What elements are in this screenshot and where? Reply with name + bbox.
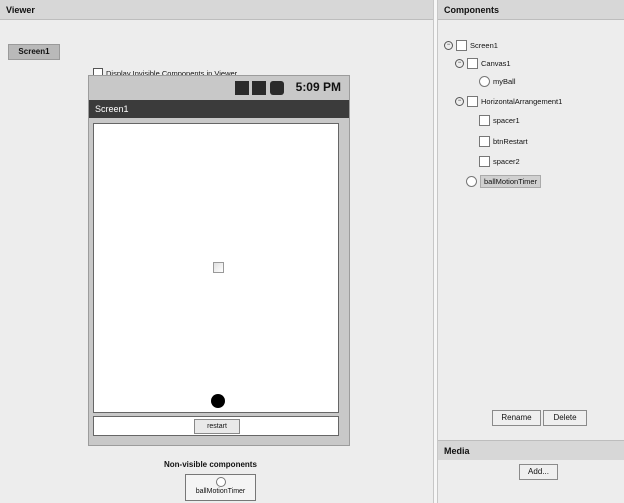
media-header: Media [438, 440, 624, 460]
add-media-button[interactable]: Add... [519, 464, 558, 480]
clock-icon [215, 477, 226, 487]
ball[interactable] [211, 394, 225, 408]
tree-item-label: btnRestart [493, 137, 528, 146]
collapse-icon[interactable]: − [444, 41, 453, 50]
tree-item-label: myBall [493, 77, 516, 86]
tree-item-btnrestart[interactable]: btnRestart [479, 136, 528, 147]
rename-button[interactable]: Rename [492, 410, 541, 426]
screen-select-button[interactable]: Screen1 [8, 44, 60, 60]
clock-icon [466, 176, 477, 187]
canvas-preview[interactable] [93, 123, 339, 413]
arrangement-icon [467, 96, 478, 107]
label-icon [479, 156, 490, 167]
collapse-icon[interactable]: − [455, 59, 464, 68]
battery-icon [270, 81, 284, 95]
signal-icon [252, 81, 266, 95]
tree-item-label: HorizontalArrangement1 [481, 97, 563, 106]
label-icon [479, 115, 490, 126]
tree-item-label: spacer1 [493, 116, 520, 125]
tree-item-spacer2[interactable]: spacer2 [479, 156, 520, 167]
nonvisible-components-label: Non-visible components [164, 460, 257, 469]
status-bar: 5:09 PM [89, 76, 349, 100]
tree-item-label: Canvas1 [481, 59, 511, 68]
tree-item-myball[interactable]: myBall [479, 76, 516, 87]
phone-preview: 5:09 PM Screen1 restart [88, 75, 350, 446]
tree-item-canvas1[interactable]: − Canvas1 [455, 58, 511, 69]
tree-item-horizontalarrangement1[interactable]: − HorizontalArrangement1 [455, 96, 562, 107]
delete-button[interactable]: Delete [543, 410, 587, 426]
restart-button[interactable]: restart [194, 419, 240, 434]
screen-title-bar: Screen1 [89, 100, 349, 118]
tree-item-label: Screen1 [470, 41, 498, 50]
components-header: Components [438, 0, 624, 20]
tree-item-label: ballMotionTimer [480, 175, 542, 188]
nonvisible-item-label: ballMotionTimer [195, 488, 246, 495]
panel-divider [433, 0, 438, 503]
sprite-icon[interactable] [213, 262, 224, 273]
status-clock: 5:09 PM [295, 80, 341, 94]
screen-icon [456, 40, 467, 51]
viewer-header: Viewer [0, 0, 433, 20]
canvas-icon [467, 58, 478, 69]
nonvisible-item-ballmotiontimer[interactable]: ballMotionTimer [185, 474, 256, 501]
tree-item-label: spacer2 [493, 157, 520, 166]
tree-item-screen1[interactable]: − Screen1 [444, 40, 498, 51]
button-icon [479, 136, 490, 147]
tree-item-ballmotiontimer[interactable]: ballMotionTimer [466, 175, 542, 188]
ball-icon [479, 76, 490, 87]
horizontal-arrangement-preview[interactable]: restart [93, 416, 339, 436]
collapse-icon[interactable]: − [455, 97, 464, 106]
tree-item-spacer1[interactable]: spacer1 [479, 115, 520, 126]
network-icon [235, 81, 249, 95]
